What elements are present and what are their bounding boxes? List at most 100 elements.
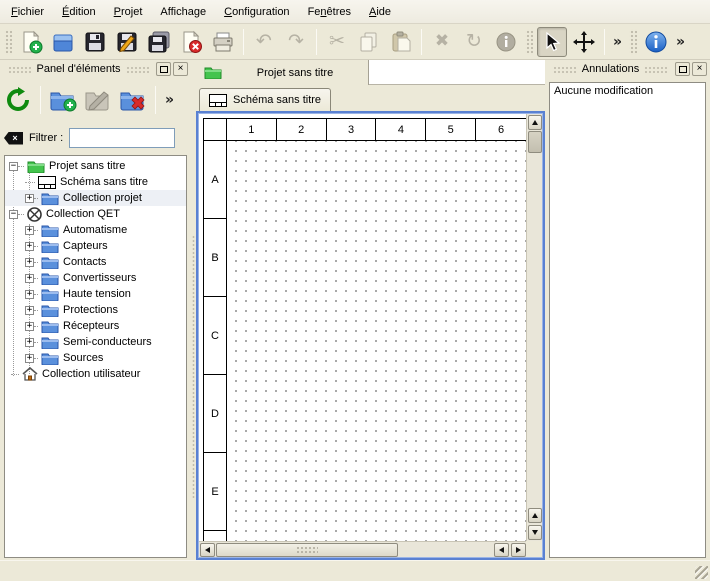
frame-row-header: [204, 531, 227, 541]
cut-button[interactable]: ✂: [322, 27, 352, 57]
scroll-up-button[interactable]: [528, 508, 542, 523]
menu-edition[interactable]: Édition: [53, 0, 105, 23]
expand-icon[interactable]: +: [25, 354, 34, 363]
diagram-view[interactable]: 1 2 3 4 5 6 A B C D E: [196, 111, 545, 560]
print-button[interactable]: [208, 27, 238, 57]
expand-icon[interactable]: +: [25, 322, 34, 331]
toolbar-drag-handle[interactable]: [629, 29, 637, 55]
element-info-button[interactable]: [491, 27, 521, 57]
tree-item-recepteurs[interactable]: + Récepteurs: [5, 318, 186, 334]
vertical-scrollbar[interactable]: [526, 114, 542, 541]
tree-item-collection-utilisateur[interactable]: Collection utilisateur: [5, 366, 186, 382]
panel-extension-chevron[interactable]: »: [162, 92, 177, 108]
undo-list-item[interactable]: Aucune modification: [550, 83, 705, 99]
tree-item-project[interactable]: − Projet sans titre: [5, 158, 186, 174]
clear-filter-icon[interactable]: ×: [4, 132, 23, 145]
vertical-scroll-thumb[interactable]: [528, 131, 542, 153]
toolbar-drag-handle[interactable]: [4, 29, 12, 55]
toolbar-extension-chevron[interactable]: »: [673, 34, 688, 50]
tab-schema[interactable]: Schéma sans titre: [199, 88, 331, 111]
tree-item-sources[interactable]: + Sources: [5, 350, 186, 366]
rotate-button[interactable]: ↻: [459, 27, 489, 57]
expand-icon[interactable]: +: [25, 338, 34, 347]
scroll-track[interactable]: [527, 153, 542, 507]
arrow-down-icon: [532, 530, 538, 535]
toolbar-drag-handle[interactable]: [525, 29, 533, 55]
dock-close-button[interactable]: ×: [173, 62, 188, 76]
tree-item-semi-conducteurs[interactable]: + Semi-conducteurs: [5, 334, 186, 350]
resize-grip[interactable]: [695, 566, 708, 579]
scroll-left-button[interactable]: [200, 543, 215, 557]
diagram-canvas[interactable]: 1 2 3 4 5 6 A B C D E: [199, 114, 527, 541]
tree-item-schema[interactable]: Schéma sans titre: [5, 174, 186, 190]
horizontal-scroll-thumb[interactable]: [216, 543, 398, 557]
diagram-border-frame: 1 2 3 4 5 6 A B C D E: [203, 118, 527, 541]
frame-row-header: D: [204, 375, 227, 453]
scroll-up-button[interactable]: [528, 115, 542, 130]
about-button[interactable]: [641, 27, 671, 57]
collapse-icon[interactable]: −: [9, 162, 18, 171]
scroll-left-button[interactable]: [494, 543, 509, 557]
expand-icon[interactable]: +: [25, 242, 34, 251]
close-file-button[interactable]: [176, 27, 206, 57]
new-category-button[interactable]: [47, 84, 79, 116]
redo-button[interactable]: ↷: [281, 27, 311, 57]
reload-collections-button[interactable]: [2, 84, 34, 116]
open-folder-icon: [51, 30, 75, 54]
edit-category-button[interactable]: [82, 84, 114, 116]
tree-item-haute-tension[interactable]: + Haute tension: [5, 286, 186, 302]
dock-close-button[interactable]: ×: [692, 62, 707, 76]
new-project-button[interactable]: [16, 27, 46, 57]
elements-panel-dock: Panel d'éléments ×: [0, 60, 191, 560]
menu-projet[interactable]: Projet: [105, 0, 152, 23]
menu-configuration[interactable]: Configuration: [215, 0, 298, 23]
delete-button[interactable]: ✖: [427, 27, 457, 57]
tree-item-collection-projet[interactable]: + Collection projet: [5, 190, 186, 206]
expand-icon[interactable]: +: [25, 258, 34, 267]
project-tab-label: Projet sans titre: [230, 67, 360, 79]
tree-item-automatisme[interactable]: + Automatisme: [5, 222, 186, 238]
project-folder-icon: [27, 160, 45, 173]
rotate-icon: ↻: [466, 32, 482, 51]
menu-aide[interactable]: Aide: [360, 0, 400, 23]
scroll-track[interactable]: [398, 542, 493, 557]
dock-float-button[interactable]: [156, 62, 171, 76]
paste-button[interactable]: [386, 27, 416, 57]
menu-affichage[interactable]: Affichage: [151, 0, 215, 23]
scroll-right-button[interactable]: [511, 543, 526, 557]
tree-item-contacts[interactable]: + Contacts: [5, 254, 186, 270]
scroll-down-button[interactable]: [528, 525, 542, 540]
menu-fichier[interactable]: Fichier: [2, 0, 53, 23]
dock-float-button[interactable]: [675, 62, 690, 76]
tab-project[interactable]: Projet sans titre: [196, 60, 369, 85]
delete-icon: ✖: [435, 33, 449, 50]
undo-button[interactable]: ↶: [249, 27, 279, 57]
elements-tree[interactable]: − Projet sans titre Schéma sans titre +: [4, 155, 187, 558]
arrow-left-icon: [205, 547, 210, 553]
tree-item-capteurs[interactable]: + Capteurs: [5, 238, 186, 254]
expand-icon[interactable]: +: [25, 306, 34, 315]
filter-input[interactable]: [69, 128, 175, 148]
copy-button[interactable]: [354, 27, 384, 57]
menu-fenetres[interactable]: Fenêtres: [299, 0, 360, 23]
select-tool-button[interactable]: [537, 27, 567, 57]
tree-item-convertisseurs[interactable]: + Convertisseurs: [5, 270, 186, 286]
expand-icon[interactable]: +: [25, 194, 34, 203]
move-tool-button[interactable]: [569, 27, 599, 57]
save-all-button[interactable]: [144, 27, 174, 57]
tree-item-collection-qet[interactable]: − Collection QET: [5, 206, 186, 222]
tree-item-protections[interactable]: + Protections: [5, 302, 186, 318]
undo-history-list[interactable]: Aucune modification: [549, 82, 706, 558]
collapse-icon[interactable]: −: [9, 210, 18, 219]
toolbar-extension-chevron[interactable]: »: [610, 34, 625, 50]
delete-category-button[interactable]: [117, 84, 149, 116]
expand-icon[interactable]: +: [25, 226, 34, 235]
horizontal-scrollbar[interactable]: [199, 541, 527, 557]
save-button[interactable]: [80, 27, 110, 57]
expand-icon[interactable]: +: [25, 290, 34, 299]
save-as-button[interactable]: [112, 27, 142, 57]
filter-label: Filtrer :: [29, 132, 63, 144]
cut-icon: ✂: [329, 32, 345, 51]
open-project-button[interactable]: [48, 27, 78, 57]
expand-icon[interactable]: +: [25, 274, 34, 283]
